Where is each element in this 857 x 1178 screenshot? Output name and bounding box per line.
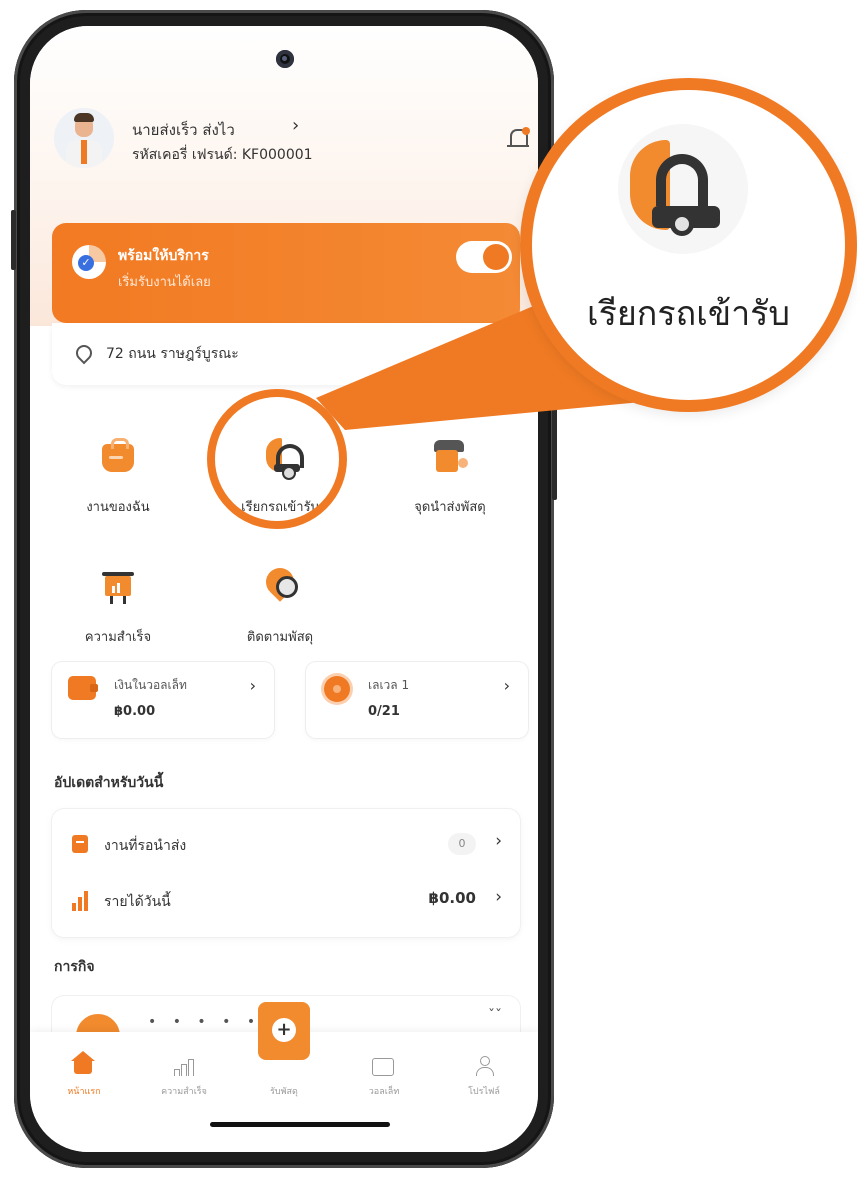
zoom-callout: เรียกรถเข้ารับ (520, 78, 857, 412)
zoom-callout-label: เรียกรถเข้ารับ (586, 294, 791, 334)
highlight-ring (207, 389, 347, 529)
pickup-truck-icon (630, 140, 720, 236)
